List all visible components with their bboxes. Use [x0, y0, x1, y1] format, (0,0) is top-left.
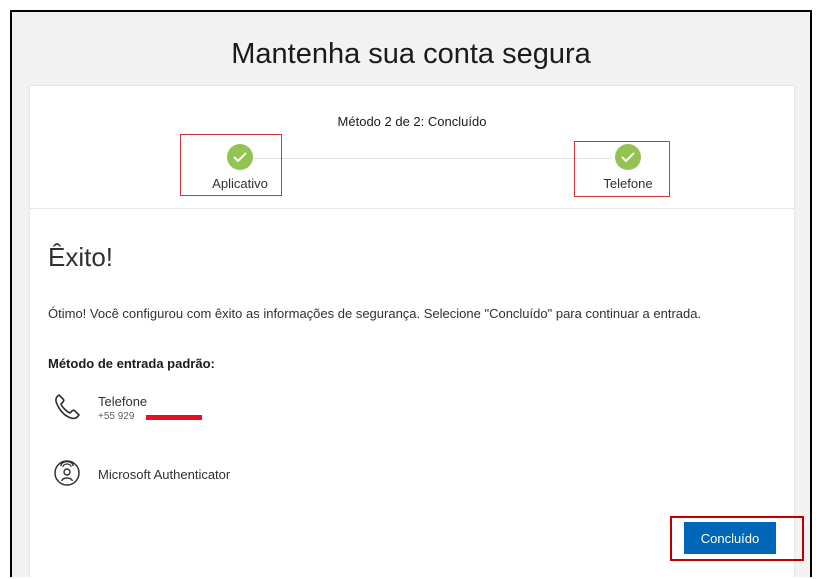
setup-card: Método 2 de 2: Concluído Aplicativo Tele… — [30, 86, 804, 579]
method-name-phone: Telefone — [98, 393, 148, 409]
method-phone: Telefone +55 929 — [52, 392, 202, 427]
method-name-authenticator: Microsoft Authenticator — [98, 467, 231, 482]
page-title: Mantenha sua conta segura — [231, 38, 591, 70]
authenticator-lock-icon — [52, 456, 82, 493]
phone-number: +55 929 — [98, 410, 135, 422]
step-indicator: Método 2 de 2: Concluído — [337, 114, 487, 129]
highlight-box-aplicativo — [180, 134, 282, 196]
phone-icon — [52, 392, 82, 427]
highlight-box-telefone — [574, 141, 670, 197]
method-authenticator: Microsoft Authenticator — [52, 456, 230, 493]
method-detail-phone: +55 929 — [98, 410, 202, 422]
done-button[interactable]: Concluído — [684, 522, 776, 554]
success-heading: Êxito! — [48, 242, 114, 272]
success-message: Ótimo! Você configurou com êxito as info… — [48, 306, 702, 321]
app-frame: Mantenha sua conta segura Método 2 de 2:… — [10, 10, 812, 579]
default-method-label: Método de entrada padrão: — [48, 356, 215, 371]
redaction-mark — [146, 414, 202, 420]
progress-line — [242, 158, 612, 159]
divider — [30, 208, 794, 209]
